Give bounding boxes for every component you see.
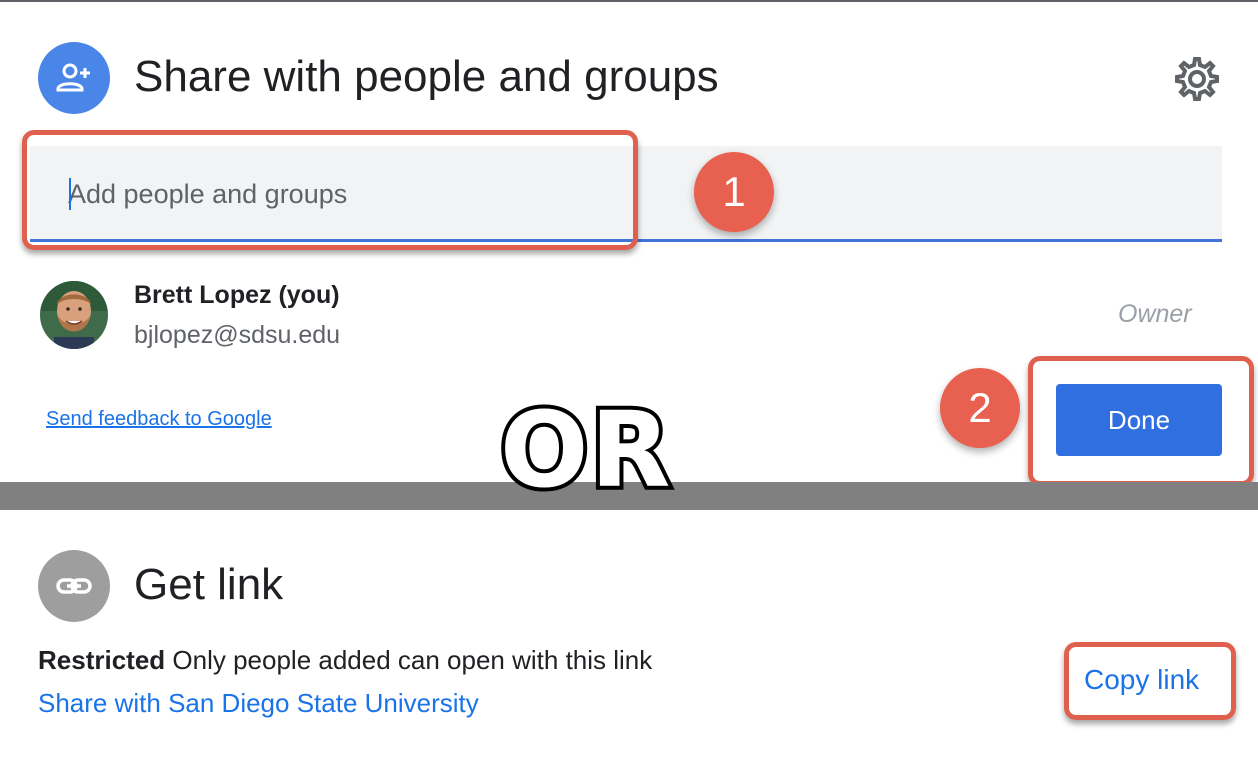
copy-link-highlight-box bbox=[1064, 642, 1236, 720]
access-restriction-text: Restricted Only people added can open wi… bbox=[38, 645, 652, 676]
share-dialog-title: Share with people and groups bbox=[134, 52, 719, 101]
step-badge-2: 2 bbox=[940, 368, 1020, 448]
user-email: bjlopez@sdsu.edu bbox=[134, 321, 341, 349]
restriction-description: Only people added can open with this lin… bbox=[172, 645, 653, 675]
get-link-dialog bbox=[0, 510, 1258, 758]
user-name: Brett Lopez (you) bbox=[134, 281, 340, 309]
gear-icon[interactable] bbox=[1174, 56, 1220, 102]
owner-role-label: Owner bbox=[1118, 300, 1192, 328]
step-badge-1: 1 bbox=[694, 152, 774, 232]
search-highlight-box bbox=[22, 130, 638, 250]
or-overlay-text: OR bbox=[496, 389, 674, 511]
share-with-domain-link[interactable]: Share with San Diego State University bbox=[38, 688, 479, 719]
person-add-icon bbox=[38, 42, 110, 114]
done-button[interactable]: Done bbox=[1056, 384, 1222, 456]
link-icon bbox=[38, 550, 110, 622]
avatar bbox=[40, 281, 108, 349]
get-link-title: Get link bbox=[134, 560, 284, 609]
send-feedback-link[interactable]: Send feedback to Google bbox=[46, 408, 272, 431]
restriction-label[interactable]: Restricted bbox=[38, 645, 165, 675]
